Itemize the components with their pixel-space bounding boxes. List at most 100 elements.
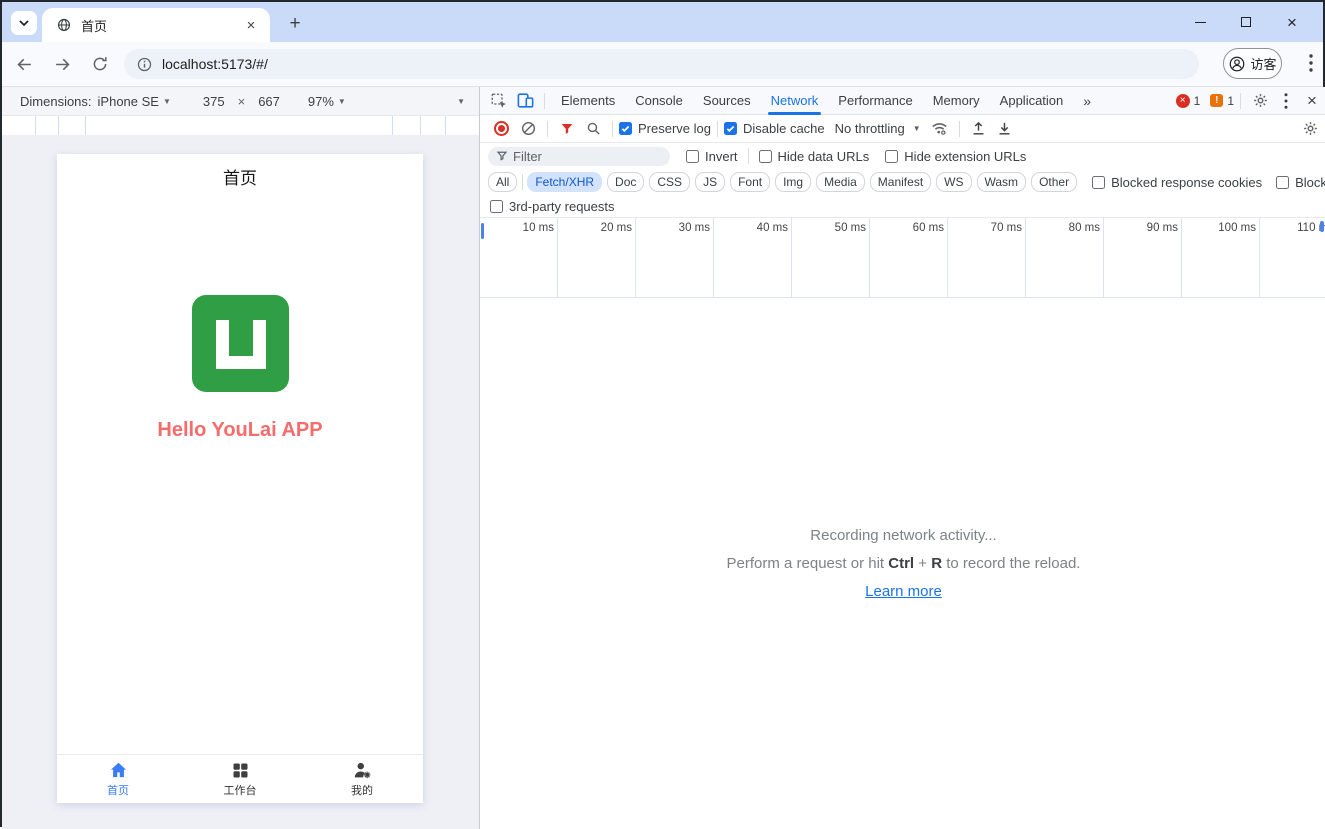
- device-toolbar-more-caret-icon[interactable]: ▼: [457, 97, 465, 106]
- chip-js[interactable]: JS: [695, 172, 726, 192]
- viewport-height-field[interactable]: 667: [258, 94, 280, 109]
- chip-manifest[interactable]: Manifest: [869, 172, 932, 192]
- chip-other[interactable]: Other: [1031, 172, 1078, 192]
- throttling-caret-icon[interactable]: ▼: [913, 124, 921, 133]
- maximize-button[interactable]: [1223, 6, 1269, 38]
- tab-application[interactable]: Application: [990, 87, 1074, 115]
- device-select-caret-icon[interactable]: ▼: [163, 97, 171, 106]
- maximize-icon: [1241, 17, 1251, 27]
- close-window-button[interactable]: ×: [1269, 6, 1315, 38]
- preserve-log-label[interactable]: Preserve log: [638, 121, 711, 136]
- tab-memory[interactable]: Memory: [923, 87, 990, 115]
- browser-menu-button[interactable]: [1298, 50, 1324, 76]
- chip-all[interactable]: All: [488, 172, 518, 192]
- minimize-button[interactable]: [1177, 6, 1223, 38]
- devtools-menu-button[interactable]: [1273, 88, 1299, 114]
- reload-icon: [93, 57, 107, 71]
- zoom-select-caret-icon[interactable]: ▼: [338, 97, 346, 106]
- blocked-response-cookies-checkbox[interactable]: [1092, 175, 1106, 189]
- console-errors-badge[interactable]: × 1: [1175, 93, 1200, 108]
- filter-toggle-button[interactable]: [554, 116, 580, 142]
- chip-fetch-xhr[interactable]: Fetch/XHR: [527, 172, 603, 192]
- app-tab-mine[interactable]: 我的: [301, 755, 423, 803]
- chip-img[interactable]: Img: [775, 172, 812, 192]
- timeline-tick: 70 ms: [948, 218, 1026, 297]
- hide-extension-urls-label[interactable]: Hide extension URLs: [904, 149, 1026, 164]
- reload-button[interactable]: [84, 48, 116, 80]
- chip-wasm[interactable]: Wasm: [976, 172, 1027, 192]
- search-network-button[interactable]: [580, 116, 606, 142]
- clear-network-log-button[interactable]: [515, 116, 541, 142]
- devtools-close-button[interactable]: ×: [1299, 88, 1325, 114]
- divider: [522, 174, 524, 190]
- blocked-requests-checkbox[interactable]: [1276, 175, 1290, 189]
- divider: [547, 120, 548, 137]
- network-conditions-button[interactable]: [927, 116, 953, 142]
- tab-console[interactable]: Console: [625, 87, 693, 115]
- network-settings-button[interactable]: [1297, 116, 1323, 142]
- hide-data-urls-checkbox[interactable]: [758, 149, 772, 163]
- device-select[interactable]: iPhone SE: [98, 94, 159, 109]
- funnel-icon: [496, 151, 508, 161]
- disable-cache-checkbox[interactable]: [723, 122, 737, 135]
- address-bar[interactable]: localhost:5173/#/: [124, 49, 1199, 79]
- blocked-requests-label[interactable]: Blocked requests: [1295, 175, 1325, 190]
- app-tab-home[interactable]: 首页: [57, 755, 179, 803]
- filter-input[interactable]: [513, 148, 643, 164]
- gear-icon: [1253, 94, 1267, 107]
- timeline-scrollbar-thumb[interactable]: [1320, 221, 1324, 232]
- learn-more-link[interactable]: Learn more: [865, 583, 942, 600]
- devtools-settings-button[interactable]: [1247, 88, 1273, 114]
- preserve-log-checkbox[interactable]: [619, 122, 632, 135]
- device-ruler: [2, 116, 479, 135]
- hide-extension-urls-checkbox[interactable]: [885, 149, 899, 163]
- url-text: localhost:5173/#/: [162, 56, 268, 72]
- third-party-requests-label[interactable]: 3rd-party requests: [509, 199, 615, 214]
- tab-elements[interactable]: Elements: [551, 87, 625, 115]
- console-warnings-badge[interactable]: ! 1: [1210, 94, 1234, 108]
- blocked-response-cookies-label[interactable]: Blocked response cookies: [1111, 175, 1262, 190]
- new-tab-button[interactable]: +: [282, 11, 308, 37]
- warning-count: 1: [1227, 93, 1234, 108]
- chip-doc[interactable]: Doc: [607, 172, 645, 192]
- tab-close-icon[interactable]: ×: [242, 16, 260, 34]
- profile-button[interactable]: 访客: [1223, 48, 1282, 79]
- browser-tab[interactable]: 首页 ×: [42, 8, 270, 42]
- tab-sources[interactable]: Sources: [693, 87, 761, 115]
- toggle-device-toolbar-button[interactable]: [512, 88, 538, 114]
- record-network-log-button[interactable]: [494, 121, 509, 136]
- divider: [958, 120, 960, 137]
- forward-button[interactable]: [46, 48, 78, 80]
- timeline-tick: 110 ms: [1260, 218, 1325, 297]
- tab-performance[interactable]: Performance: [828, 87, 922, 115]
- hide-data-urls-label[interactable]: Hide data URLs: [778, 149, 870, 164]
- clear-icon: [521, 121, 535, 136]
- import-har-button[interactable]: [966, 116, 992, 142]
- zoom-select[interactable]: 97%: [308, 94, 334, 109]
- chip-ws[interactable]: WS: [936, 172, 972, 192]
- divider: [1240, 92, 1241, 109]
- back-button[interactable]: [8, 48, 40, 80]
- invert-checkbox[interactable]: [686, 149, 699, 163]
- tab-network[interactable]: Network: [761, 87, 829, 115]
- inspect-element-button[interactable]: [486, 88, 512, 114]
- chip-css[interactable]: CSS: [649, 172, 691, 192]
- disable-cache-label[interactable]: Disable cache: [743, 121, 825, 136]
- request-type-filter-row: All Fetch/XHR Doc CSS JS Font Img Media …: [480, 169, 1325, 195]
- timeline-scroll-handle-left[interactable]: [481, 223, 484, 239]
- error-icon: ×: [1175, 93, 1190, 108]
- app-tab-label: 我的: [351, 785, 373, 797]
- third-party-requests-checkbox[interactable]: [490, 199, 503, 213]
- invert-label[interactable]: Invert: [705, 149, 738, 164]
- viewport-width-field[interactable]: 375: [203, 94, 225, 109]
- tab-strip: 首页 × + ×: [2, 2, 1323, 42]
- throttling-select[interactable]: No throttling: [835, 121, 905, 136]
- export-har-button[interactable]: [992, 116, 1018, 142]
- more-tabs-button[interactable]: »: [1073, 87, 1101, 115]
- chip-font[interactable]: Font: [730, 172, 771, 192]
- tab-search-button[interactable]: [11, 11, 37, 35]
- page-info-icon[interactable]: [136, 56, 153, 73]
- app-tab-workbench[interactable]: 工作台: [179, 755, 301, 803]
- chip-media[interactable]: Media: [816, 172, 865, 192]
- filter-input-wrap[interactable]: [488, 146, 670, 166]
